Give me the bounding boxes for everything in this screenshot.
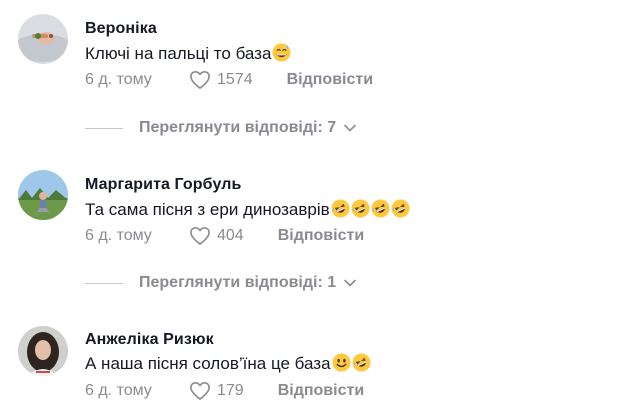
- comment-time: 6 д. тому: [85, 71, 152, 88]
- comment-text: Та сама пісня з ери динозаврів: [85, 199, 410, 220]
- view-replies-button[interactable]: Переглянути відповіді: 1: [85, 274, 356, 292]
- comment-meta: 6 д. тому 404 Відповісти: [85, 226, 364, 246]
- comment-author[interactable]: Маргарита Горбуль: [85, 176, 241, 194]
- like-count: 179: [217, 382, 244, 399]
- divider-line: [85, 282, 123, 284]
- like-button[interactable]: 1574: [189, 70, 287, 90]
- comment-author[interactable]: Вероніка: [85, 20, 157, 38]
- view-replies-label: Переглянути відповіді: 1: [139, 274, 337, 291]
- comment-body: А наша пісня солов’їна це база: [85, 354, 331, 373]
- view-replies-label: Переглянути відповіді: 7: [139, 119, 337, 136]
- rofl-emoji: [371, 199, 390, 218]
- like-button[interactable]: 179: [189, 381, 278, 401]
- reply-button[interactable]: Відповісти: [287, 71, 373, 89]
- like-count: 404: [217, 227, 244, 244]
- smiling-face-emoji: [332, 353, 351, 372]
- comment-text: А наша пісня солов’їна це база: [85, 353, 371, 374]
- grinning-sweat-emoji: [272, 43, 291, 62]
- rofl-emoji: [352, 353, 371, 372]
- avatar[interactable]: [18, 170, 68, 220]
- avatar[interactable]: [18, 326, 68, 376]
- like-button[interactable]: 404: [189, 226, 278, 246]
- comment-meta: 6 д. тому 1574 Відповісти: [85, 70, 373, 90]
- heart-icon: [190, 382, 210, 400]
- chevron-down-icon: [344, 124, 356, 132]
- comment-body: Ключі на пальці то база: [85, 44, 272, 63]
- comment-time: 6 д. тому: [85, 382, 152, 399]
- chevron-down-icon: [344, 279, 356, 287]
- comment-author[interactable]: Анжеліка Ризюк: [85, 331, 214, 349]
- rofl-emoji: [351, 199, 370, 218]
- view-replies-button[interactable]: Переглянути відповіді: 7: [85, 119, 356, 137]
- comment-meta: 6 д. тому 179 Відповісти: [85, 381, 364, 401]
- heart-icon: [190, 227, 210, 245]
- rofl-emoji: [391, 199, 410, 218]
- comment-time: 6 д. тому: [85, 227, 152, 244]
- comment-body: Та сама пісня з ери динозаврів: [85, 200, 330, 219]
- reply-button[interactable]: Відповісти: [278, 382, 364, 400]
- avatar[interactable]: [18, 14, 68, 64]
- comment-text: Ключі на пальці то база: [85, 43, 291, 64]
- heart-icon: [190, 71, 210, 89]
- rofl-emoji: [331, 199, 350, 218]
- divider-line: [85, 127, 123, 129]
- like-count: 1574: [217, 71, 253, 88]
- reply-button[interactable]: Відповісти: [278, 227, 364, 245]
